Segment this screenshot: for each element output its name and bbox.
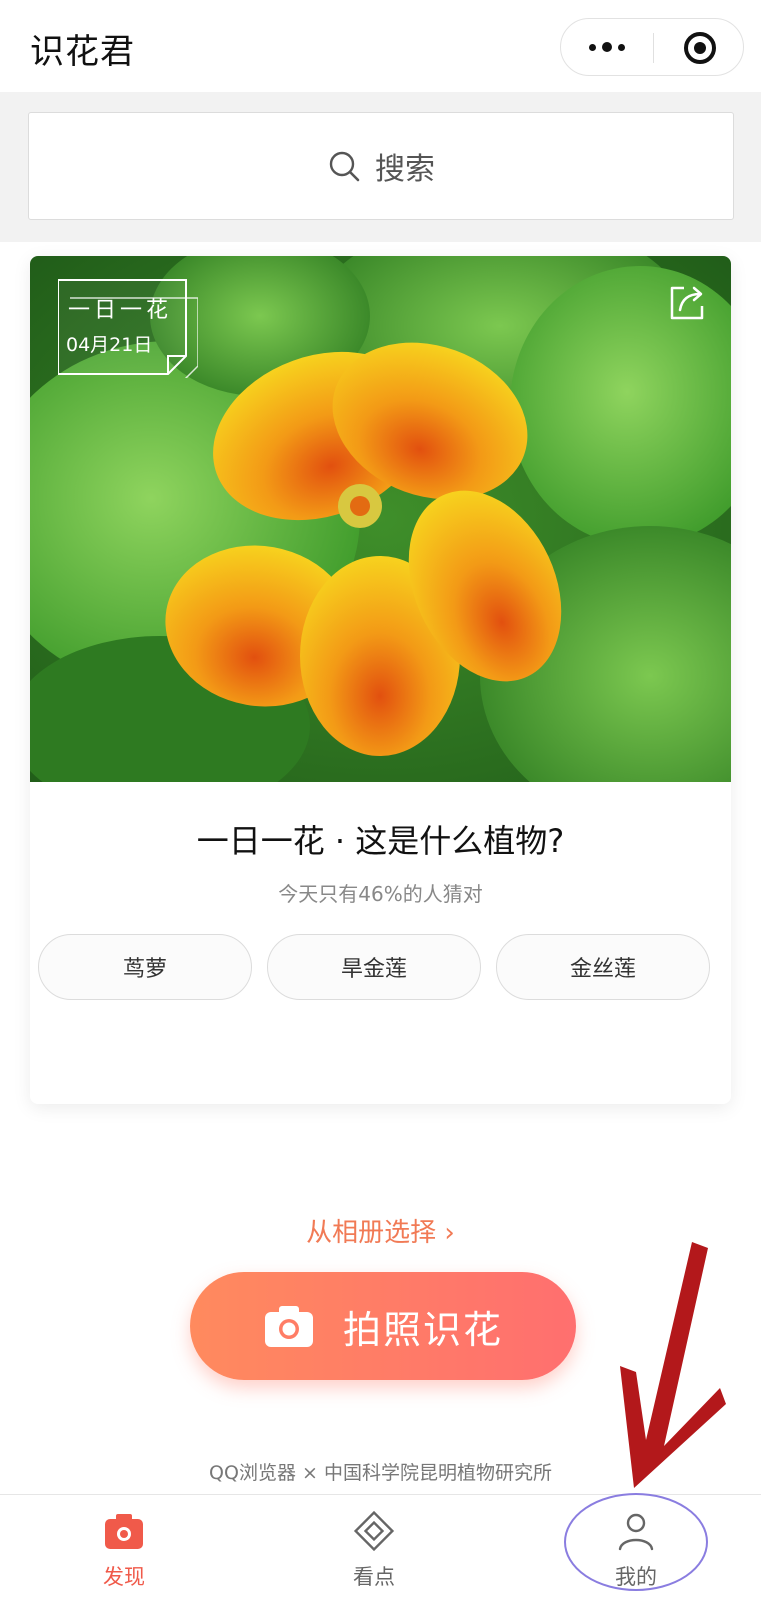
more-menu-button[interactable] xyxy=(561,19,653,75)
app-title: 识花君 xyxy=(30,32,135,72)
close-miniprogram-icon[interactable] xyxy=(683,31,717,65)
take-photo-button[interactable]: 拍照识花 xyxy=(190,1272,576,1380)
annotation-arrow xyxy=(620,1242,726,1488)
search-label: 搜索 xyxy=(375,152,435,187)
daily-flower-card: 一日一花 04月21日 一日一花 · 这是什么植物? 今天只有46%的人猜对 茑… xyxy=(30,256,731,1104)
answer-option-2[interactable]: 旱金莲 xyxy=(267,934,481,1000)
annotation-circle xyxy=(564,1493,708,1591)
search-input[interactable]: 搜索 xyxy=(28,112,734,220)
answer-option-3[interactable]: 金丝莲 xyxy=(496,934,710,1000)
tab-discover[interactable]: 发现 xyxy=(44,1495,204,1601)
diamond-icon xyxy=(353,1510,395,1552)
camera-icon xyxy=(105,1514,143,1549)
more-dot-icon xyxy=(602,42,612,52)
daily-badge-date: 04月21日 xyxy=(66,334,153,356)
daily-badge: 一日一花 04月21日 xyxy=(58,278,198,378)
quiz-title: 一日一花 · 这是什么植物? xyxy=(196,822,565,860)
chevron-right-icon: › xyxy=(436,1218,455,1248)
miniprogram-capsule xyxy=(560,18,744,76)
tab-highlights[interactable]: 看点 xyxy=(294,1495,454,1601)
more-dot-icon xyxy=(618,43,625,51)
tab-label: 发现 xyxy=(103,1565,145,1589)
take-photo-label: 拍照识花 xyxy=(342,1307,503,1352)
camera-icon xyxy=(264,1306,313,1347)
answer-option-1[interactable]: 茑萝 xyxy=(38,934,252,1000)
search-icon xyxy=(329,151,360,182)
more-dot-icon xyxy=(589,43,596,51)
tab-label: 看点 xyxy=(353,1565,395,1589)
quiz-subtitle: 今天只有46%的人猜对 xyxy=(278,882,483,906)
share-icon[interactable] xyxy=(666,280,710,324)
daily-badge-title: 一日一花 xyxy=(68,298,173,323)
capsule-divider xyxy=(653,33,654,63)
top-bar: 识花君 xyxy=(0,0,761,92)
album-link-label: 从相册选择 xyxy=(306,1218,437,1248)
